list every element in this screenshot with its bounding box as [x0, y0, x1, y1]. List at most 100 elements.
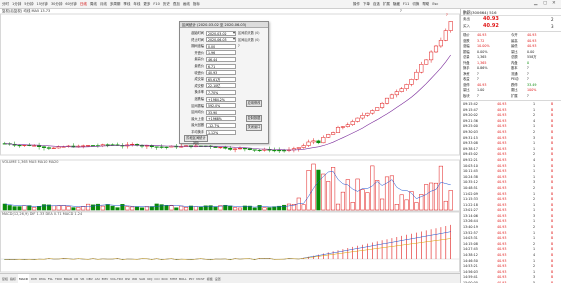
candle-body — [277, 150, 282, 152]
candle-body — [56, 146, 61, 149]
indicator-tab[interactable]: SAR — [139, 274, 145, 283]
toolbar-item[interactable]: 指标 — [193, 0, 200, 9]
close-icon[interactable]: ✕ — [552, 1, 556, 7]
toolbar-right-item[interactable]: 帮助 — [422, 0, 429, 9]
indicator-tab[interactable]: VR — [80, 274, 84, 283]
statistics-button[interactable]: 阶段区间统计对比 — [184, 135, 208, 145]
indicator-tab[interactable]: 复权 — [2, 274, 8, 283]
dialog-row-label: 开盘价 — [194, 50, 204, 55]
indicator-tab[interactable]: 模板 — [207, 274, 213, 283]
toolbar-item[interactable]: F10 — [153, 0, 159, 9]
indicator-tab[interactable]: ROC — [161, 274, 168, 283]
dialog-row-label: 最大回撤 — [191, 123, 204, 128]
volume-bar — [86, 203, 91, 211]
indicator-tab[interactable]: DMI — [31, 274, 37, 283]
indicator-tabs: 复权 指标 MACD DMI DMA FSL TRIX BRAR CR VR OBV ASI EMV VO… — [0, 273, 460, 283]
indicator-tab[interactable]: BRAR — [64, 274, 72, 283]
toolbar-right-item[interactable]: 操作 — [353, 0, 360, 9]
indicator-tab[interactable]: TRIX — [55, 274, 62, 283]
volume-bar — [228, 205, 233, 211]
toolbar-item[interactable]: 日线 — [80, 0, 87, 9]
sell-price: 40.93 — [483, 16, 499, 22]
toolbar-item[interactable]: 叠加 — [173, 0, 180, 9]
sell-volume: 2 — [551, 17, 554, 22]
indicator-tab[interactable]: VOL-TDX — [110, 274, 123, 283]
volume-bar — [2, 203, 7, 211]
dialog-row: 起始时间2020-03-02区间前天数 (0) — [182, 30, 268, 36]
volume-bar — [380, 198, 385, 211]
toolbar-item[interactable]: 月线 — [100, 0, 107, 9]
tick-list[interactable]: 09:15:42 40.93 1 B 09:15:47 40.93 1 B 09:20:02 40… — [461, 102, 561, 283]
minimize-icon[interactable]: ▁ — [534, 1, 537, 7]
volume-bar — [184, 207, 189, 211]
date-picker[interactable]: 2020-06-03 — [206, 37, 236, 43]
toolbar-item[interactable]: 分时 — [2, 0, 9, 9]
indicator-tab[interactable]: DMA — [39, 274, 46, 283]
toolbar-item[interactable]: 周线 — [90, 0, 97, 9]
indicator-tab[interactable]: BOLL — [179, 274, 187, 283]
toolbar-item[interactable]: 年线 — [133, 0, 140, 9]
indicator-tab[interactable]: KDJ — [147, 274, 152, 283]
candle-body — [384, 97, 390, 104]
indicator-tab[interactable]: ASI — [95, 274, 100, 283]
indicator-tab[interactable]: CCI — [154, 274, 159, 283]
toolbar-right-item[interactable]: Esc — [432, 0, 438, 9]
buy-label: 买入 — [463, 24, 470, 28]
candle-body — [139, 145, 145, 147]
volume-bar — [321, 173, 326, 211]
volume-bar — [414, 202, 419, 211]
dialog-row-label: 平均换手 — [191, 130, 204, 134]
dialog-row: 平均换手 1.12% — [182, 129, 268, 135]
indicator-tab[interactable]: PSY — [189, 274, 195, 283]
toolbar-right-item[interactable]: F11 — [403, 0, 409, 9]
dialog-title: 区间统计 (2020-03-02 至 2020-06-03) — [180, 22, 268, 28]
toolbar-right-item[interactable]: 扩展 — [383, 0, 390, 9]
indicator-tab[interactable]: OBV — [86, 274, 92, 283]
volume-bar — [424, 184, 429, 211]
indicator-tab[interactable]: MTM — [170, 274, 177, 283]
volume-bar — [169, 205, 174, 211]
indicator-tab[interactable]: EMV — [102, 274, 109, 283]
candle-body — [81, 145, 86, 147]
toolbar-item[interactable]: 更多 — [143, 0, 150, 9]
volume-bar — [139, 207, 145, 211]
candle-body — [223, 147, 228, 149]
toolbar-item[interactable]: 30分钟 — [51, 0, 62, 9]
maximize-icon[interactable]: ▢ — [543, 1, 547, 7]
date-picker[interactable]: 2020-03-02 — [206, 30, 236, 36]
candle-body — [404, 84, 409, 89]
candle-body — [424, 59, 429, 65]
candle-body — [306, 141, 311, 146]
volume-bar — [56, 205, 61, 211]
indicator-tab[interactable]: MACD — [18, 274, 30, 283]
toolbar-right-item[interactable]: 隐藏 — [393, 0, 400, 9]
range-statistics-dialog[interactable]: 区间统计 (2020-03-02 至 2020-06-03) 应用修改 复制数据… — [179, 21, 269, 145]
toolbar-right-group: 操作 下单 自选 扩展 隐藏 F11 切换 帮助 Esc — [353, 0, 438, 9]
indicator-tab[interactable]: CR — [74, 274, 78, 283]
buy-price: 40.92 — [483, 23, 499, 29]
toolbar-right-item[interactable]: 下单 — [363, 0, 370, 9]
toolbar-right-item[interactable]: 切换 — [412, 0, 419, 9]
toolbar-item[interactable]: 1分钟 — [12, 0, 21, 9]
toolbar-right-item[interactable]: 自选 — [373, 0, 380, 9]
dialog-row: 换手率 7.70% — [182, 89, 268, 95]
indicator-tab[interactable]: MCST — [196, 274, 204, 283]
toolbar-item[interactable]: 15分钟 — [36, 0, 47, 9]
toolbar-item[interactable]: 多周期 — [110, 0, 121, 9]
indicator-tab[interactable]: RSI — [125, 274, 130, 283]
indicator-tab[interactable]: 指标 — [10, 274, 16, 283]
toolbar-item[interactable]: 60分钟 — [65, 0, 76, 9]
indicator-tab[interactable]: WR — [132, 274, 137, 283]
volume-bar — [282, 204, 287, 211]
indicator-tab[interactable]: FSL — [48, 274, 53, 283]
toolbar-item[interactable]: 画线 — [183, 0, 190, 9]
candle-body — [86, 145, 91, 147]
toolbar-item[interactable]: 5分钟 — [24, 0, 33, 9]
candle-body — [272, 150, 277, 152]
volume-bar — [51, 205, 56, 211]
dialog-row-value: 6.71 — [206, 63, 236, 69]
indicator-tab[interactable]: 设置 — [215, 274, 221, 283]
toolbar-item[interactable]: 季线 — [123, 0, 130, 9]
toolbar-item[interactable]: 历史 — [163, 0, 170, 9]
dialog-row-value: 33.90 — [206, 109, 236, 115]
